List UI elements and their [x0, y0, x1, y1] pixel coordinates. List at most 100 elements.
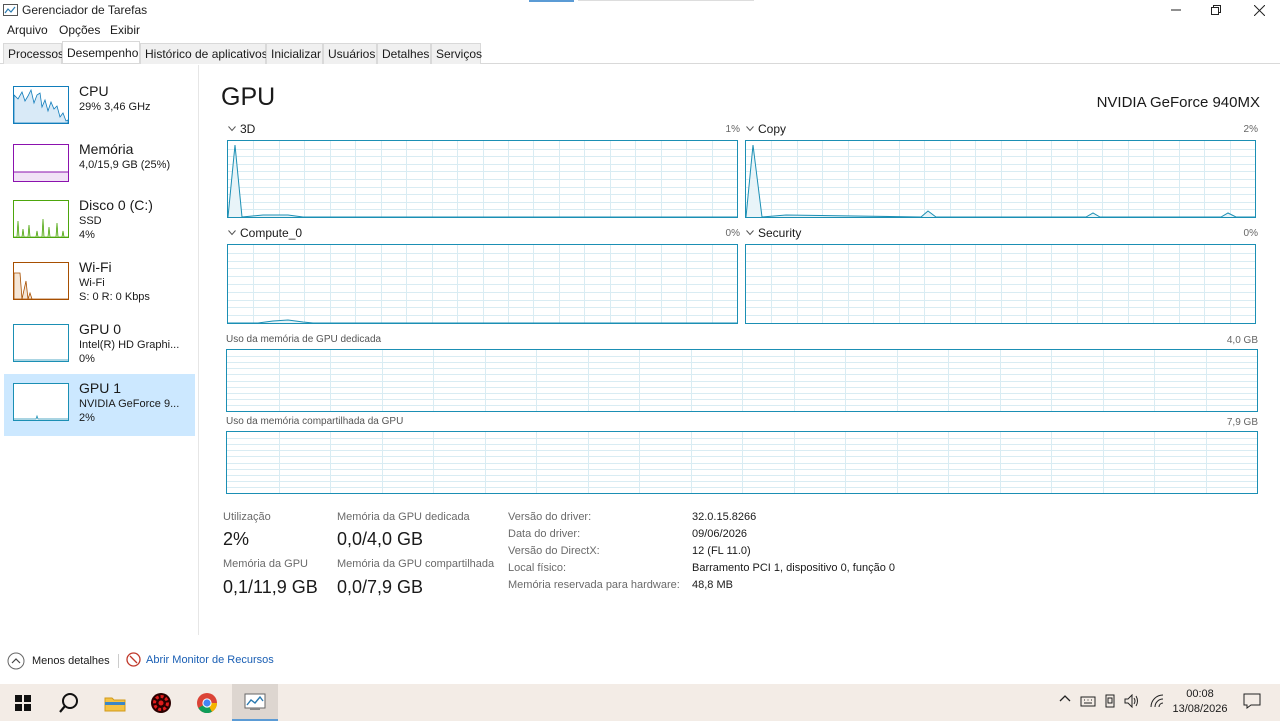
tab-usuarios[interactable]: Usuários [323, 43, 377, 64]
menu-arquivo[interactable]: Arquivo [7, 23, 48, 37]
resource-name-disk: Disco 0 (C:) [79, 197, 153, 213]
graph-grid [227, 432, 1257, 493]
start-button[interactable] [0, 684, 46, 721]
dedicated-gpu-memory-label: Memória da GPU dedicada [337, 511, 470, 523]
gpu-device-name: NVIDIA GeForce 940MX [1096, 94, 1260, 111]
speaker-icon [1124, 693, 1138, 709]
resource-item-disk[interactable]: Disco 0 (C:) SSD 4% [4, 191, 195, 253]
menu-exibir[interactable]: Exibir [110, 23, 140, 37]
close-button[interactable] [1236, 0, 1280, 20]
gpu-memory-value: 0,1/11,9 GB [223, 577, 318, 597]
memory-thumbnail-graph [14, 171, 68, 181]
chrome-icon [197, 692, 218, 713]
notifications-button[interactable] [1243, 693, 1261, 712]
resource-monitor-icon [126, 652, 141, 667]
physical-location-value: Barramento PCI 1, dispositivo 0, função … [692, 562, 895, 574]
disk-thumbnail [13, 200, 69, 238]
gpu-memory-label: Memória da GPU [223, 558, 308, 570]
chevron-up-circle-icon [7, 652, 25, 670]
resource-item-memory[interactable]: Memória 4,0/15,9 GB (25%) [4, 135, 195, 197]
close-icon [1253, 4, 1265, 16]
resource-item-gpu1[interactable]: GPU 1 NVIDIA GeForce 9... 2% [4, 374, 195, 436]
resource-usage-disk: 4% [79, 229, 95, 241]
engine-value-security: 0% [1243, 228, 1258, 239]
title-highlight [529, 0, 574, 2]
resource-name-wifi: Wi-Fi [79, 259, 112, 275]
resource-detail-memory: 4,0/15,9 GB (25%) [79, 159, 171, 171]
resource-item-wifi[interactable]: Wi-Fi Wi-Fi S: 0 R: 0 Kbps [4, 253, 195, 315]
notification-icon [1243, 693, 1261, 709]
engine-graph-security-plot [746, 245, 1255, 323]
tab-processos[interactable]: Processos [3, 43, 64, 64]
resource-name-memory: Memória [79, 141, 134, 157]
graph-grid [227, 350, 1257, 411]
engine-value-compute0: 0% [725, 228, 740, 239]
graph-grid [228, 141, 737, 217]
resource-monitor-link[interactable]: Abrir Monitor de Recursos [126, 652, 274, 667]
title-bar: Gerenciador de Tarefas [0, 0, 1280, 20]
taskbar-task-manager[interactable] [232, 684, 278, 721]
tab-inicializar[interactable]: Inicializar [266, 43, 323, 64]
disk-thumbnail-graph [14, 218, 68, 238]
show-hidden-icons-button[interactable] [1059, 693, 1071, 708]
chevron-down-icon[interactable] [746, 126, 754, 132]
chevron-down-icon[interactable] [228, 126, 236, 132]
resource-name-cpu: CPU [79, 83, 109, 99]
chevron-down-icon[interactable] [746, 230, 754, 236]
taskbar-app-red[interactable] [138, 684, 184, 721]
dedicated-memory-plot [227, 350, 1257, 411]
cpu-thumbnail [13, 86, 69, 124]
search-button[interactable] [46, 684, 92, 721]
engine-value-3d: 1% [725, 124, 740, 135]
dedicated-memory-max: 4,0 GB [1226, 335, 1258, 346]
resource-item-cpu[interactable]: CPU 29% 3,46 GHz [4, 77, 195, 139]
resource-detail-cpu: 29% 3,46 GHz [79, 101, 151, 113]
tab-servicos[interactable]: Serviços [431, 43, 482, 64]
wifi-thumbnail [13, 262, 69, 300]
resource-type-wifi: Wi-Fi [79, 277, 105, 289]
resource-monitor-label: Abrir Monitor de Recursos [146, 653, 274, 666]
driver-date-value: 09/06/2026 [692, 528, 748, 540]
footer: Menos detalhes Abrir Monitor de Recursos [0, 648, 1280, 674]
folder-icon [104, 697, 126, 711]
shared-gpu-memory-value: 0,0/7,9 GB [337, 577, 424, 597]
engine-value-copy: 2% [1243, 124, 1258, 135]
usb-icon [1105, 694, 1115, 708]
taskbar: 00:08 13/08/2026 [0, 684, 1280, 721]
shared-memory-max: 7,9 GB [1226, 417, 1258, 428]
resource-item-gpu0[interactable]: GPU 0 Intel(R) HD Graphi... 0% [4, 315, 195, 377]
utilization-value: 2% [223, 529, 250, 549]
wifi-thumbnail-graph [13, 272, 68, 300]
chevron-down-icon[interactable] [228, 230, 236, 236]
graph-grid [746, 245, 1255, 323]
taskbar-chrome[interactable] [184, 684, 230, 721]
keyboard-icon [1080, 696, 1096, 707]
gpu1-thumbnail-graph [14, 414, 68, 420]
engine-graph-compute0 [227, 244, 738, 324]
maximize-button[interactable] [1193, 0, 1239, 20]
fewer-details-button[interactable]: Menos detalhes [7, 652, 110, 670]
engine-label-3d[interactable]: 3D [240, 122, 255, 136]
shared-memory-label: Uso da memória compartilhada da GPU [226, 416, 404, 427]
engine-label-security[interactable]: Security [758, 226, 801, 240]
usb-tray-button[interactable] [1104, 694, 1116, 711]
engine-graph-3d [227, 140, 738, 218]
cpu-thumbnail-graph [13, 88, 69, 124]
tab-historico[interactable]: Histórico de aplicativos [140, 43, 268, 64]
engine-label-copy[interactable]: Copy [758, 122, 786, 136]
tab-bar: Processos Desempenho Histórico de aplica… [0, 41, 1280, 64]
taskbar-file-explorer[interactable] [92, 684, 138, 721]
engine-label-compute0[interactable]: Compute_0 [240, 226, 302, 240]
resource-throughput-wifi: S: 0 R: 0 Kbps [79, 291, 150, 303]
gpu0-thumbnail [13, 324, 69, 362]
search-icon [59, 692, 78, 713]
input-indicator[interactable] [1080, 694, 1096, 711]
menu-opcoes[interactable]: Opções [59, 23, 100, 37]
engine-graph-copy-plot [746, 141, 1255, 217]
volume-button[interactable] [1124, 693, 1140, 711]
tab-desempenho[interactable]: Desempenho [62, 41, 140, 63]
tab-detalhes[interactable]: Detalhes [377, 43, 431, 64]
clock[interactable]: 00:08 13/08/2026 [1170, 687, 1230, 717]
dedicated-memory-graph [226, 349, 1258, 412]
network-button[interactable] [1149, 694, 1165, 711]
